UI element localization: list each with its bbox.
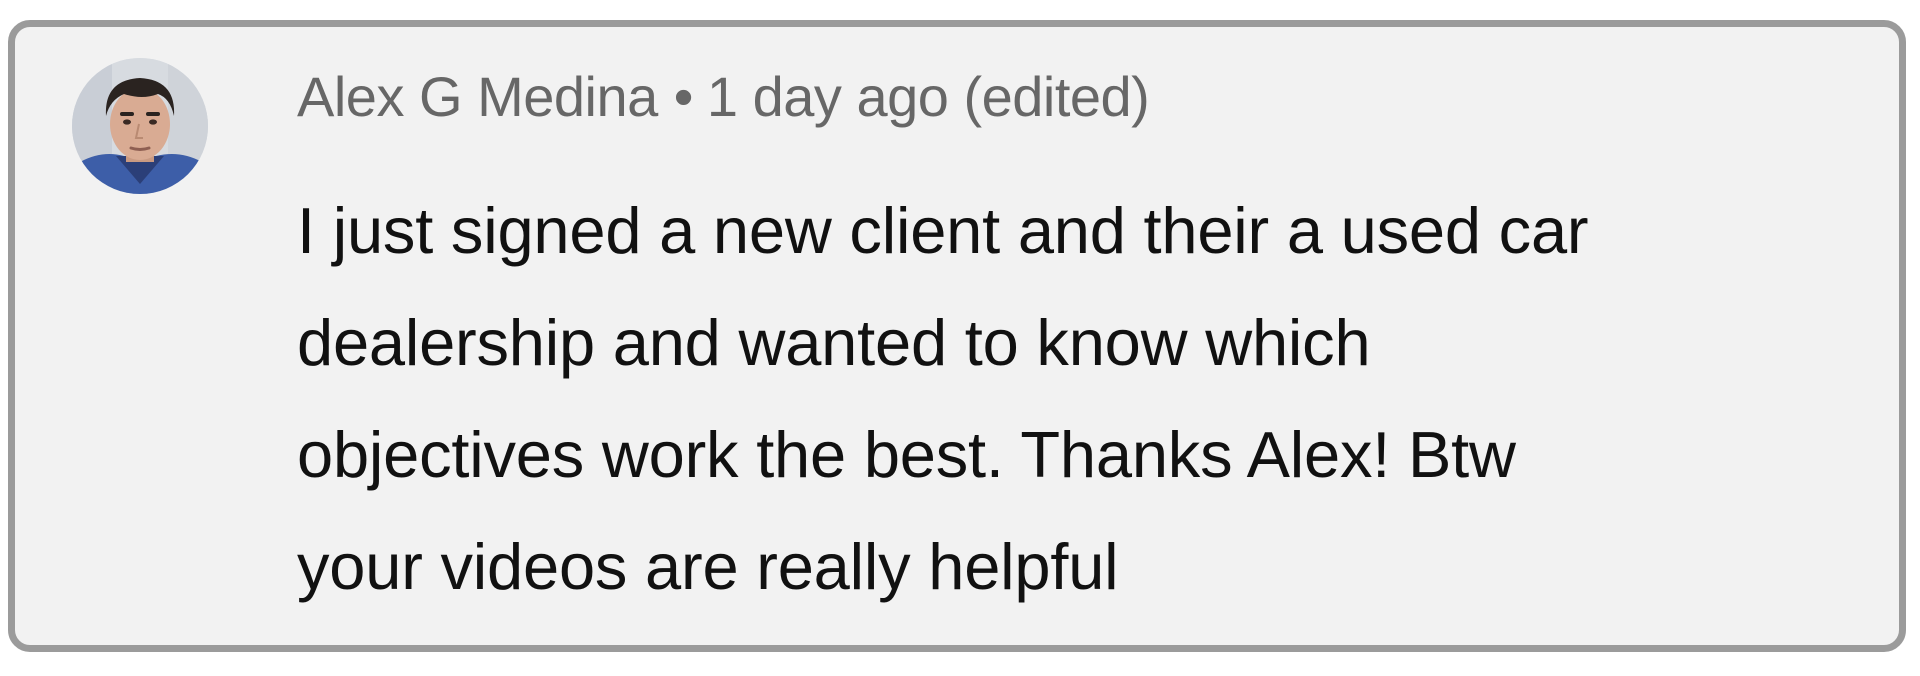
avatar[interactable]	[72, 58, 208, 194]
user-avatar-photo-icon	[72, 58, 208, 194]
comment-text-line: I just signed a new client and their a u…	[297, 194, 1589, 267]
comment-text-line: objectives work the best. Thanks Alex! B…	[297, 418, 1516, 491]
comment-text-line: your videos are really helpful	[297, 530, 1119, 603]
comment-body: Alex G Medina • 1 day ago (edited) I just …	[297, 65, 1887, 623]
comment-text: I just signed a new client and their a u…	[297, 175, 1887, 623]
comment-timestamp[interactable]: 1 day ago	[707, 65, 949, 128]
meta-separator: •	[673, 65, 694, 128]
edited-label: (edited)	[963, 65, 1150, 128]
author-name[interactable]: Alex G Medina	[297, 65, 658, 128]
comment-text-line: dealership and wanted to know which	[297, 306, 1371, 379]
comment-meta: Alex G Medina • 1 day ago (edited)	[297, 65, 1887, 129]
comment-card: Alex G Medina • 1 day ago (edited) I just …	[8, 20, 1906, 652]
